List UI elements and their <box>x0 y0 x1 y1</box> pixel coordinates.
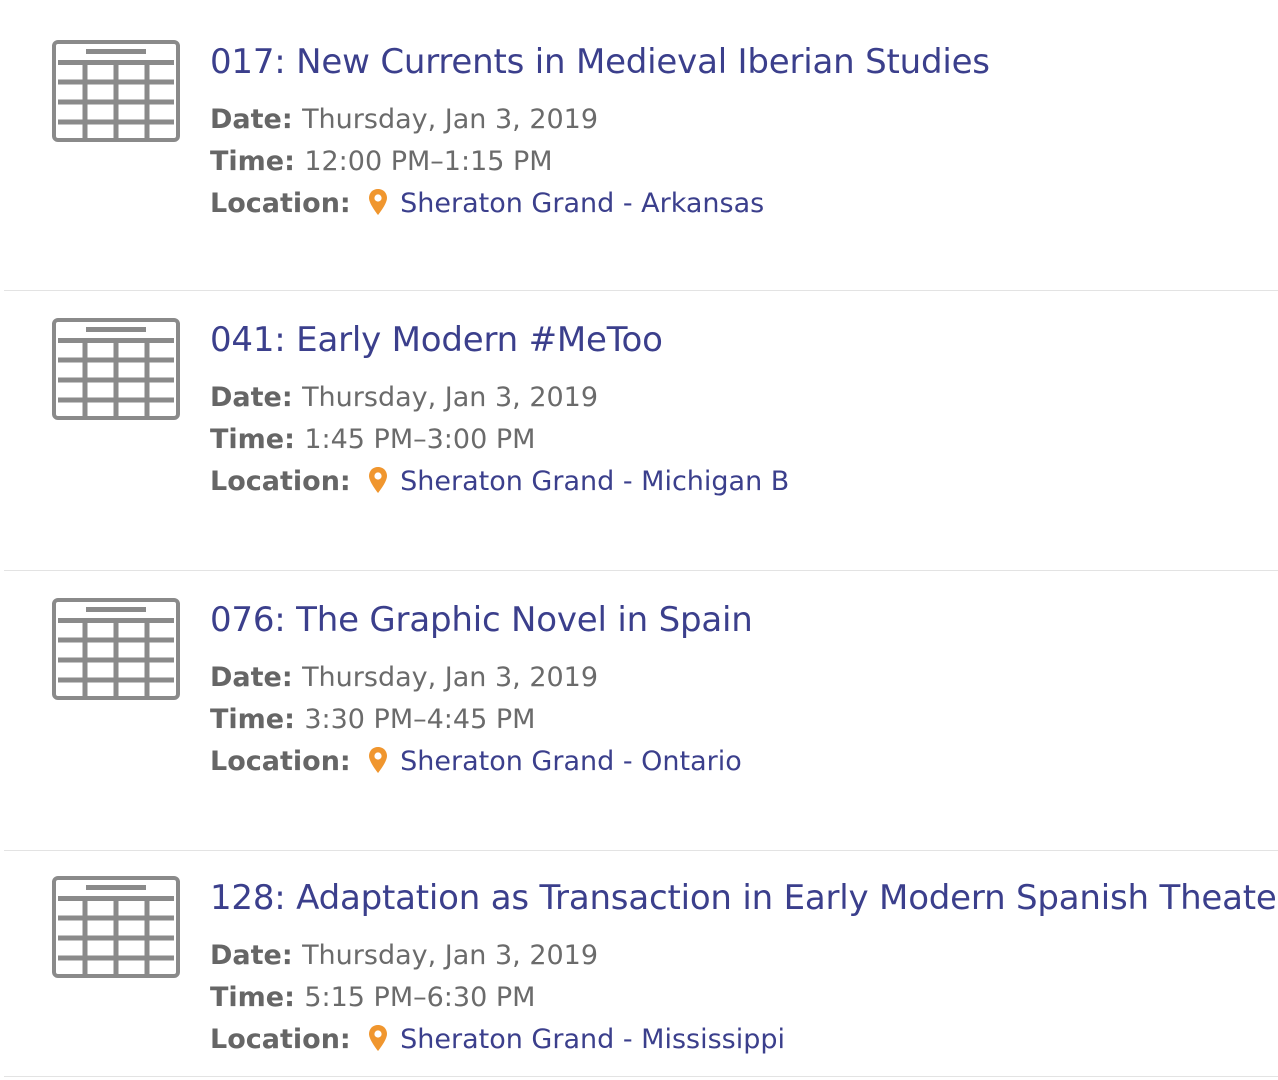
session-location-link[interactable]: Sheraton Grand - Michigan B <box>400 466 789 497</box>
session-list: 017: New Currents in Medieval Iberian St… <box>0 0 1278 1080</box>
location-label: Location: <box>210 466 361 497</box>
session-date: Thursday, Jan 3, 2019 <box>302 382 599 413</box>
session-date: Thursday, Jan 3, 2019 <box>302 662 599 693</box>
map-pin-icon <box>368 746 388 774</box>
time-label: Time: <box>210 704 305 735</box>
session-time: 1:45 PM–3:00 PM <box>304 424 536 455</box>
session-date-row: Date: Thursday, Jan 3, 2019 <box>210 660 598 696</box>
session-title-link[interactable]: 128: Adaptation as Transaction in Early … <box>210 876 1278 920</box>
session-time-row: Time: 1:45 PM–3:00 PM <box>210 422 535 458</box>
session-time: 5:15 PM–6:30 PM <box>304 982 536 1013</box>
date-label: Date: <box>210 382 303 413</box>
calendar-icon <box>52 598 180 700</box>
calendar-icon <box>52 40 180 142</box>
date-label: Date: <box>210 104 303 135</box>
session-location-row: Location: Sheraton Grand - Ontario <box>210 744 742 780</box>
map-pin-icon <box>368 188 388 216</box>
session-item: 076: The Graphic Novel in Spain Date: Th… <box>0 558 1278 851</box>
time-label: Time: <box>210 982 305 1013</box>
session-date-row: Date: Thursday, Jan 3, 2019 <box>210 938 598 974</box>
session-item: 041: Early Modern #MeToo Date: Thursday,… <box>0 278 1278 571</box>
map-pin-icon <box>368 466 388 494</box>
session-date: Thursday, Jan 3, 2019 <box>302 104 599 135</box>
location-label: Location: <box>210 746 361 777</box>
session-time-row: Time: 5:15 PM–6:30 PM <box>210 980 535 1016</box>
session-title-link[interactable]: 076: The Graphic Novel in Spain <box>210 598 753 642</box>
map-pin-icon <box>368 1024 388 1052</box>
session-location-link[interactable]: Sheraton Grand - Mississippi <box>400 1024 785 1055</box>
session-location-link[interactable]: Sheraton Grand - Ontario <box>400 746 742 777</box>
session-time: 3:30 PM–4:45 PM <box>304 704 536 735</box>
session-time-row: Time: 3:30 PM–4:45 PM <box>210 702 535 738</box>
session-date-row: Date: Thursday, Jan 3, 2019 <box>210 380 598 416</box>
date-label: Date: <box>210 662 303 693</box>
session-location-row: Location: Sheraton Grand - Michigan B <box>210 464 789 500</box>
session-time: 12:00 PM–1:15 PM <box>304 146 553 177</box>
session-time-row: Time: 12:00 PM–1:15 PM <box>210 144 553 180</box>
time-label: Time: <box>210 146 305 177</box>
session-location-link[interactable]: Sheraton Grand - Arkansas <box>400 188 764 219</box>
session-item: 017: New Currents in Medieval Iberian St… <box>0 0 1278 291</box>
session-location-row: Location: Sheraton Grand - Mississippi <box>210 1022 785 1058</box>
calendar-icon <box>52 318 180 420</box>
calendar-icon <box>52 876 180 978</box>
location-label: Location: <box>210 1024 361 1055</box>
session-location-row: Location: Sheraton Grand - Arkansas <box>210 186 764 222</box>
session-title-link[interactable]: 041: Early Modern #MeToo <box>210 318 663 362</box>
session-date: Thursday, Jan 3, 2019 <box>302 940 599 971</box>
session-title-link[interactable]: 017: New Currents in Medieval Iberian St… <box>210 40 990 84</box>
date-label: Date: <box>210 940 303 971</box>
time-label: Time: <box>210 424 305 455</box>
session-item: 128: Adaptation as Transaction in Early … <box>0 836 1278 1080</box>
location-label: Location: <box>210 188 361 219</box>
session-date-row: Date: Thursday, Jan 3, 2019 <box>210 102 598 138</box>
session-divider <box>4 1076 1278 1077</box>
